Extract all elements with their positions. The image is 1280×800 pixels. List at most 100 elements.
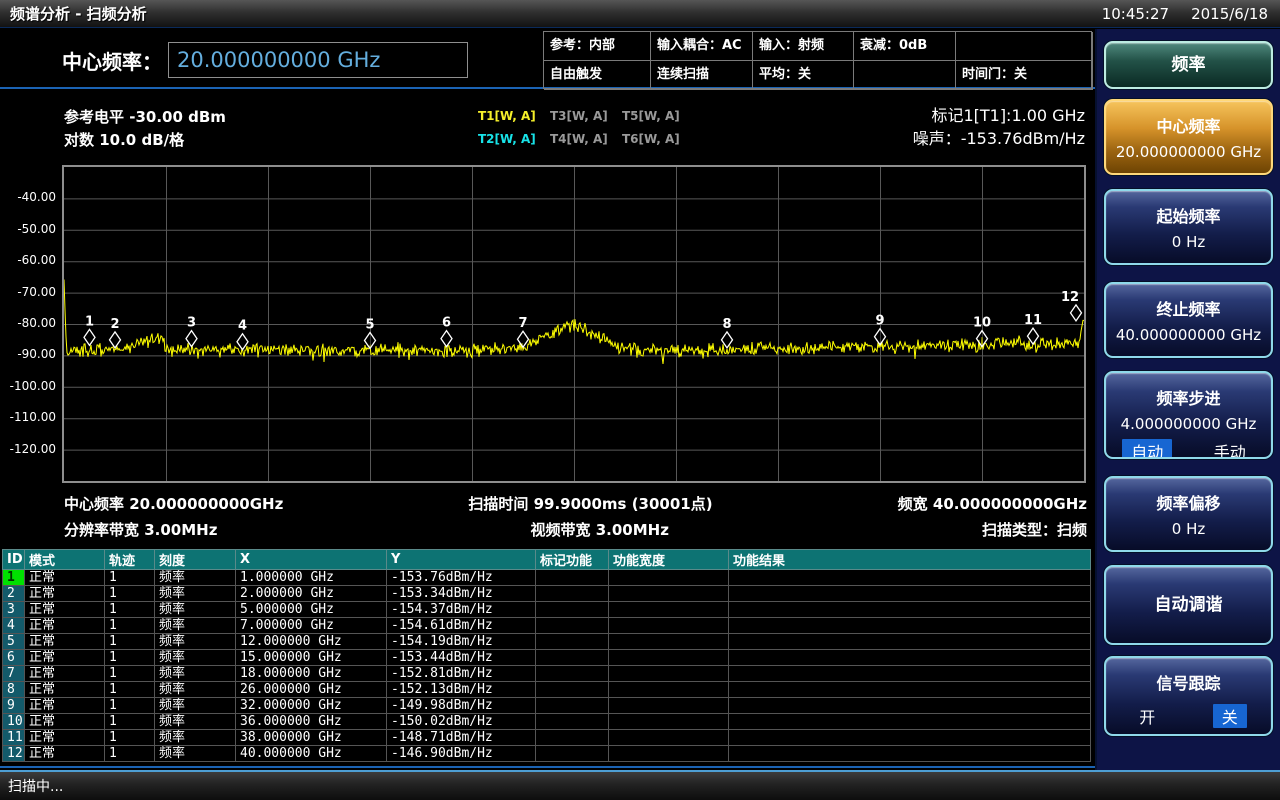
status-cell-r1c5 — [956, 32, 1093, 61]
marker-12: 12 — [1061, 290, 1082, 321]
softkey-label: 频率偏移 — [1106, 478, 1271, 514]
marker-table-cell: 正常 — [25, 634, 105, 650]
softkey-frequency-step[interactable]: 频率步进4.000000000 GHz自动手动 — [1104, 371, 1273, 459]
marker-table-cell: 12 — [3, 746, 25, 762]
marker-table-cell: 频率 — [155, 730, 236, 746]
marker-table-row-4[interactable]: 4正常1频率7.000000 GHz-154.61dBm/Hz — [3, 618, 1091, 634]
marker-table-cell: -153.34dBm/Hz — [387, 586, 536, 602]
marker-table-row-10[interactable]: 10正常1频率36.000000 GHz-150.02dBm/Hz — [3, 714, 1091, 730]
marker-table-cell: 2 — [3, 586, 25, 602]
marker-table-row-2[interactable]: 2正常1频率2.000000 GHz-153.34dBm/Hz — [3, 586, 1091, 602]
marker-table-cell: 5 — [3, 634, 25, 650]
marker-number-label: 10 — [973, 316, 991, 331]
marker-table-cell: 频率 — [155, 714, 236, 730]
softkey-toggle-关[interactable]: 关 — [1213, 704, 1247, 728]
marker-table-cell: -153.76dBm/Hz — [387, 570, 536, 586]
marker-table-cell — [536, 650, 609, 666]
marker-table-cell — [536, 570, 609, 586]
marker-table-cell: 正常 — [25, 746, 105, 762]
marker-table-cell: 36.000000 GHz — [236, 714, 387, 730]
marker-table-cell — [609, 698, 729, 714]
status-cell-r1c2: 输入耦合：AC — [651, 32, 753, 61]
marker-diamond-icon — [110, 332, 121, 348]
trace-label-t3: T3[W, A] — [550, 109, 622, 132]
marker-table-cell: 正常 — [25, 730, 105, 746]
marker-number-label: 9 — [875, 314, 884, 329]
marker-table-cell — [536, 666, 609, 682]
softkey-center-frequency[interactable]: 中心频率20.000000000 GHz — [1104, 99, 1273, 175]
softkey-label: 自动调谐 — [1106, 567, 1271, 643]
amplitude-annotations: 参考电平 -30.00 dBm 对数 10.0 dB/格 — [64, 106, 226, 152]
marker-table-cell: 正常 — [25, 666, 105, 682]
marker-table-row-12[interactable]: 12正常1频率40.000000 GHz-146.90dBm/Hz — [3, 746, 1091, 762]
marker-table-cell: 正常 — [25, 698, 105, 714]
marker-table-cell: 1 — [105, 730, 155, 746]
softkey-auto-tune[interactable]: 自动调谐 — [1104, 565, 1273, 645]
status-cell-r2c5: 时间门：关 — [956, 61, 1093, 90]
softkey-value: 40.000000000 GHz — [1106, 326, 1271, 344]
marker-table-cell: 2.000000 GHz — [236, 586, 387, 602]
menu-title-button-frequency[interactable]: 频率 — [1104, 41, 1273, 89]
softkey-toggle-开[interactable]: 开 — [1130, 704, 1164, 728]
marker-1: 1 — [84, 314, 95, 345]
marker-diamond-icon — [1071, 305, 1082, 321]
sweep-annotation-r1-2: 扫描时间 99.9000ms (30001点) — [468, 493, 712, 514]
marker-table-row-1[interactable]: 1正常1频率1.000000 GHz-153.76dBm/Hz — [3, 570, 1091, 586]
marker-table-cell: 8 — [3, 682, 25, 698]
marker-table-cell: 频率 — [155, 634, 236, 650]
marker-table-row-5[interactable]: 5正常1频率12.000000 GHz-154.19dBm/Hz — [3, 634, 1091, 650]
softkey-toggle-手动[interactable]: 手动 — [1205, 439, 1255, 459]
clock: 10:45:27 2015/6/18 — [1102, 5, 1280, 23]
softkey-frequency-offset[interactable]: 频率偏移0 Hz — [1104, 476, 1273, 552]
marker-table-row-8[interactable]: 8正常1频率26.000000 GHz-152.13dBm/Hz — [3, 682, 1091, 698]
status-cell-r2c4 — [854, 61, 956, 90]
sweep-annotations-row1: 中心频率 20.000000000GHz扫描时间 99.9000ms (3000… — [0, 493, 1095, 514]
marker-table-row-11[interactable]: 11正常1频率38.000000 GHz-148.71dBm/Hz — [3, 730, 1091, 746]
softkey-start-frequency[interactable]: 起始频率0 Hz — [1104, 189, 1273, 265]
marker-readout-noise: 噪声：-153.76dBm/Hz — [913, 127, 1085, 150]
marker-table-cell — [729, 682, 1091, 698]
marker-table-cell: 18.000000 GHz — [236, 666, 387, 682]
marker-table-cell: 正常 — [25, 618, 105, 634]
marker-table-row-9[interactable]: 9正常1频率32.000000 GHz-149.98dBm/Hz — [3, 698, 1091, 714]
title-bar: 频谱分析 - 扫频分析 10:45:27 2015/6/18 — [0, 0, 1280, 28]
marker-table-row-7[interactable]: 7正常1频率18.000000 GHz-152.81dBm/Hz — [3, 666, 1091, 682]
main-area-divider — [0, 766, 1095, 768]
trace-label-t5: T5[W, A] — [622, 109, 694, 132]
marker-table-cell — [536, 746, 609, 762]
marker-table-row-6[interactable]: 6正常1频率15.000000 GHz-153.44dBm/Hz — [3, 650, 1091, 666]
marker-6: 6 — [441, 316, 452, 347]
trace-label-t6: T6[W, A] — [622, 132, 694, 155]
softkey-value: 0 Hz — [1106, 233, 1271, 251]
softkey-label: 信号跟踪 — [1106, 658, 1271, 694]
marker-table-row-3[interactable]: 3正常1频率5.000000 GHz-154.37dBm/Hz — [3, 602, 1091, 618]
marker-table-col-Y: Y — [387, 550, 536, 570]
status-cell-r2c3: 平均：关 — [753, 61, 854, 90]
center-frequency-input[interactable]: 20.000000000 GHz — [168, 42, 468, 78]
marker-table-cell: 频率 — [155, 666, 236, 682]
softkey-value: 4.000000000 GHz — [1106, 415, 1271, 433]
marker-table-cell — [609, 714, 729, 730]
marker-3: 3 — [186, 316, 197, 347]
clock-time: 10:45:27 — [1102, 5, 1169, 23]
status-cell-r1c3: 输入：射频 — [753, 32, 854, 61]
softkey-signal-tracking[interactable]: 信号跟踪开 关 — [1104, 656, 1273, 736]
marker-table-cell: -146.90dBm/Hz — [387, 746, 536, 762]
y-tick-label: -60.00 — [0, 253, 56, 267]
marker-table-cell: 1 — [105, 570, 155, 586]
center-frequency-field: 中心频率： 20.000000000 GHz — [62, 42, 468, 78]
marker-readout: 标记1[T1]:1.00 GHz 噪声：-153.76dBm/Hz — [913, 104, 1085, 150]
marker-10: 10 — [973, 316, 991, 347]
marker-4: 4 — [237, 319, 248, 350]
marker-table-cell — [729, 634, 1091, 650]
marker-9: 9 — [875, 314, 886, 345]
status-cell-r1c4: 衰减：0dB — [854, 32, 956, 61]
y-tick-label: -80.00 — [0, 316, 56, 330]
marker-table-cell: 26.000000 GHz — [236, 682, 387, 698]
marker-table-cell: 1 — [105, 682, 155, 698]
marker-readout-frequency: 标记1[T1]:1.00 GHz — [913, 104, 1085, 127]
marker-table-cell: -154.61dBm/Hz — [387, 618, 536, 634]
softkey-toggle-自动[interactable]: 自动 — [1122, 439, 1172, 459]
marker-table-cell: 正常 — [25, 682, 105, 698]
softkey-stop-frequency[interactable]: 终止频率40.000000000 GHz — [1104, 282, 1273, 358]
